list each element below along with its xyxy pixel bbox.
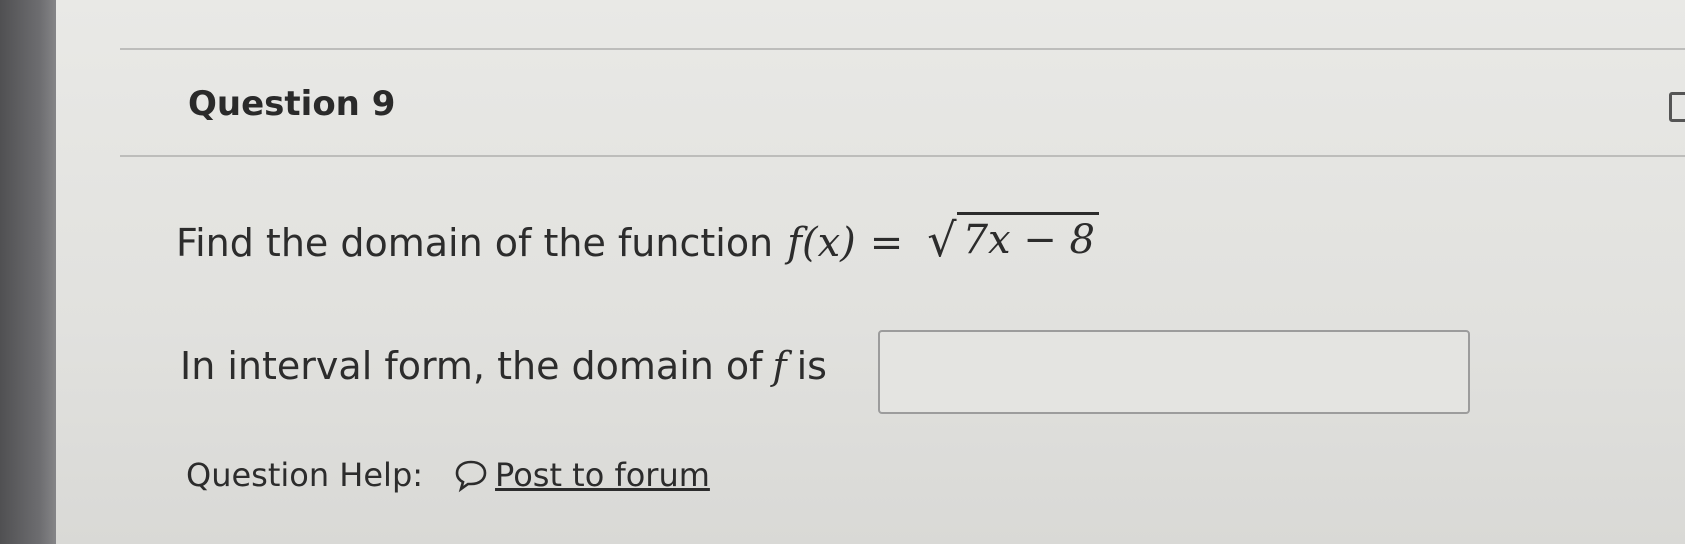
divider-top — [120, 48, 1685, 50]
question-help: Question Help: Post to forum — [186, 456, 710, 494]
function-expression: f(x) = √ 7x − 8 — [787, 212, 1099, 266]
answer-variable: f — [772, 344, 787, 388]
answer-suffix: is — [796, 344, 827, 388]
radical-sign: √ — [927, 213, 957, 267]
post-to-forum-label: Post to forum — [495, 456, 710, 494]
divider-bottom — [120, 155, 1685, 157]
answer-input[interactable] — [878, 330, 1470, 414]
post-to-forum-link[interactable]: Post to forum — [453, 456, 710, 494]
answer-prefix: In interval form, the domain of — [180, 344, 763, 388]
question-prompt: Find the domain of the function f(x) = √… — [176, 212, 1099, 266]
question-help-label: Question Help: — [186, 456, 424, 494]
equals-sign: = — [869, 220, 904, 266]
function-lhs: f(x) — [787, 220, 856, 266]
prompt-text: Find the domain of the function — [176, 221, 774, 265]
collapse-icon[interactable] — [1669, 92, 1685, 122]
speech-bubble-icon — [455, 460, 487, 493]
radicand: 7x − 8 — [956, 212, 1099, 263]
square-root: √ 7x − 8 — [927, 212, 1099, 263]
question-title: Question 9 — [188, 84, 396, 124]
answer-prompt: In interval form, the domain of f is — [180, 344, 827, 388]
